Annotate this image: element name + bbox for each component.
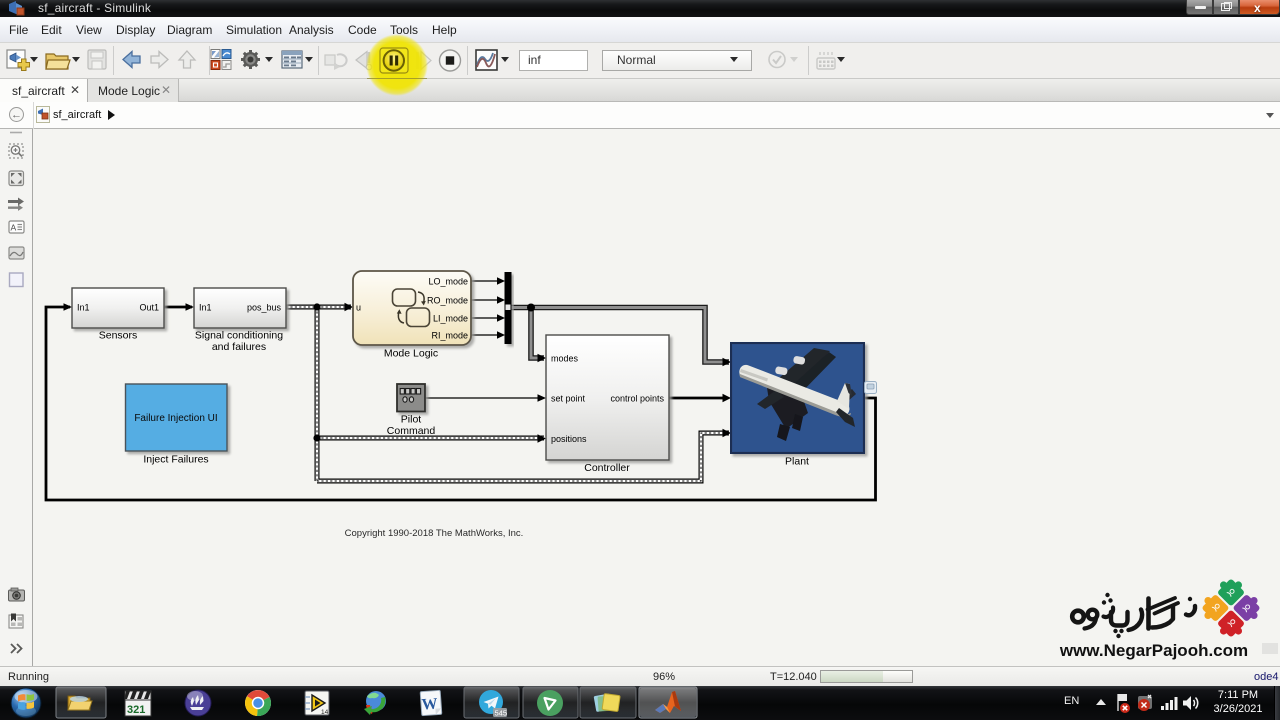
svg-text:Failure Injection UI: Failure Injection UI xyxy=(134,413,217,424)
svg-text:RI_mode: RI_mode xyxy=(431,331,468,341)
svg-text:Mode Logic: Mode Logic xyxy=(384,348,438,360)
svg-text:u: u xyxy=(356,303,361,313)
svg-text:control points: control points xyxy=(610,394,664,404)
svg-text:Controller: Controller xyxy=(584,462,630,474)
svg-text:and failures: and failures xyxy=(212,341,266,353)
svg-text:Inject Failures: Inject Failures xyxy=(143,454,208,466)
svg-text:Out1: Out1 xyxy=(139,303,159,313)
svg-text:In1: In1 xyxy=(199,303,212,313)
svg-text:W: W xyxy=(421,696,438,714)
svg-text:321: 321 xyxy=(127,704,145,716)
svg-text:RO_mode: RO_mode xyxy=(427,296,468,306)
svg-text:Copyright 1990-2018 The MathWo: Copyright 1990-2018 The MathWorks, Inc. xyxy=(345,528,524,539)
svg-text:Pilot: Pilot xyxy=(401,414,422,426)
svg-text:set point: set point xyxy=(551,394,586,404)
svg-text:In1: In1 xyxy=(77,303,90,313)
svg-text:Signal conditioning: Signal conditioning xyxy=(195,330,283,342)
svg-text:LO_mode: LO_mode xyxy=(428,277,468,287)
svg-text:positions: positions xyxy=(551,434,587,444)
svg-text:Plant: Plant xyxy=(785,456,809,468)
svg-text:LI_mode: LI_mode xyxy=(433,314,468,324)
svg-text:Command: Command xyxy=(387,425,436,437)
svg-text:www.NegarPajooh.com: www.NegarPajooh.com xyxy=(1059,641,1248,660)
svg-text:545: 545 xyxy=(495,709,508,718)
svg-text:pos_bus: pos_bus xyxy=(247,303,282,313)
svg-text:A: A xyxy=(11,223,17,233)
svg-text:14: 14 xyxy=(321,709,329,716)
svg-text:modes: modes xyxy=(551,354,579,364)
svg-text:Sensors: Sensors xyxy=(99,330,138,342)
